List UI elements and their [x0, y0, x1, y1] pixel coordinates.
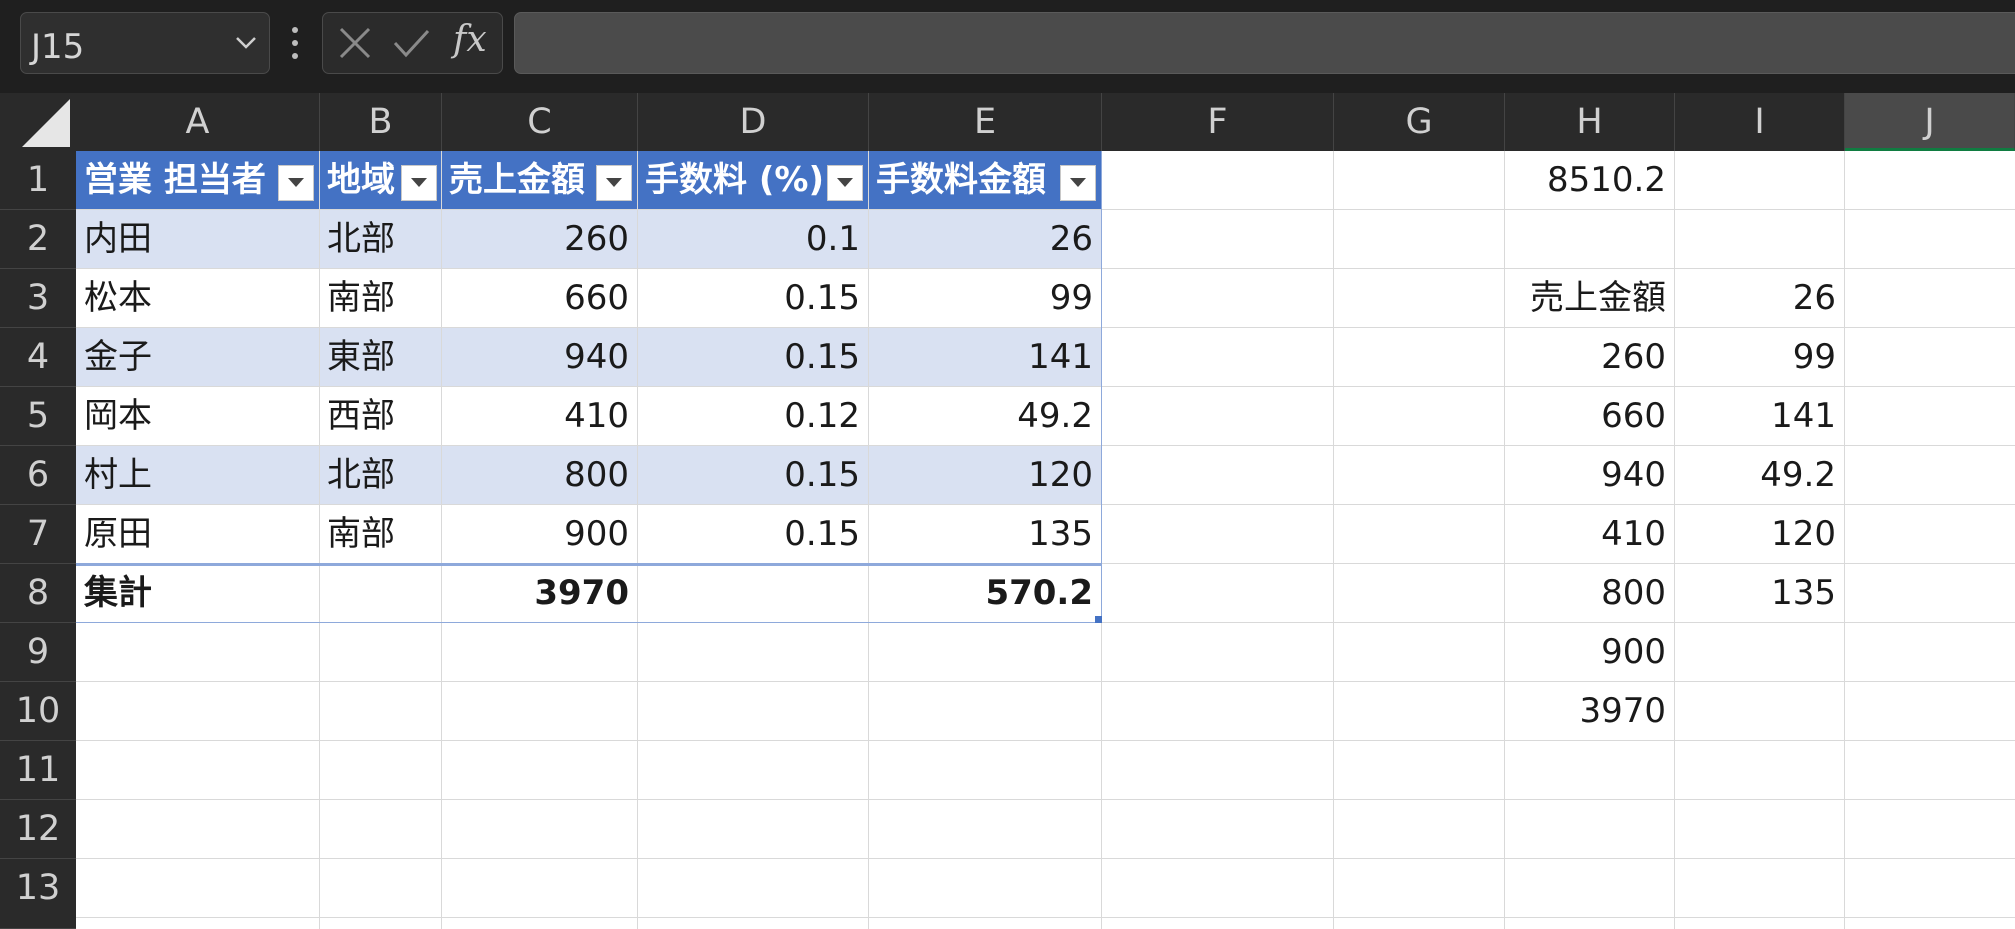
table-cell[interactable]: 120 — [868, 446, 1093, 504]
cell-i6[interactable]: 49.2 — [1674, 446, 1836, 504]
column-header-j[interactable]: J — [1845, 93, 2015, 151]
row-header-8[interactable]: 8 — [0, 564, 76, 623]
column-header-e[interactable]: E — [869, 93, 1102, 151]
formula-bar: J15 fx — [0, 0, 2015, 93]
table-header-commission-rate[interactable]: 手数料 (%) — [645, 151, 824, 209]
column-header-b[interactable]: B — [320, 93, 442, 151]
filter-dropdown-button[interactable] — [1060, 165, 1096, 201]
table-cell[interactable]: 岡本 — [84, 387, 152, 445]
table-cell[interactable]: 900 — [441, 505, 629, 563]
table-cell[interactable]: 99 — [868, 269, 1093, 327]
cell-h6[interactable]: 940 — [1504, 446, 1666, 504]
table-cell[interactable]: 800 — [441, 446, 629, 504]
cell-i7[interactable]: 120 — [1674, 505, 1836, 563]
enter-check-icon[interactable] — [391, 23, 431, 63]
cell-i8[interactable]: 135 — [1674, 564, 1836, 622]
table-total-label[interactable]: 集計 — [84, 564, 152, 622]
column-header-c[interactable]: C — [442, 93, 638, 151]
table-cell[interactable]: 内田 — [84, 210, 152, 268]
table-cell[interactable]: 0.15 — [637, 505, 860, 563]
insert-function-icon[interactable]: fx — [453, 19, 487, 60]
cell-h9[interactable]: 900 — [1504, 623, 1666, 681]
table-cell[interactable]: 北部 — [327, 210, 395, 268]
row-header-6[interactable]: 6 — [0, 446, 76, 505]
chevron-down-icon[interactable] — [233, 29, 259, 55]
table-cell[interactable]: 141 — [868, 328, 1093, 386]
filter-dropdown-button[interactable] — [827, 165, 863, 201]
filter-dropdown-button[interactable] — [596, 165, 632, 201]
table-total-sales[interactable]: 3970 — [441, 564, 629, 622]
row-header-13[interactable]: 13 — [0, 859, 76, 929]
dropdown-arrow-icon — [606, 178, 622, 187]
row-header-5[interactable]: 5 — [0, 387, 76, 446]
row-header-4[interactable]: 4 — [0, 328, 76, 387]
row-header-7[interactable]: 7 — [0, 505, 76, 564]
table-resize-handle[interactable] — [1095, 616, 1102, 623]
table-cell[interactable]: 660 — [441, 269, 629, 327]
dropdown-arrow-icon — [288, 178, 304, 187]
column-header-a[interactable]: A — [76, 93, 320, 151]
cell-i3[interactable]: 26 — [1674, 269, 1836, 327]
table-cell[interactable]: 410 — [441, 387, 629, 445]
cell-h7[interactable]: 410 — [1504, 505, 1666, 563]
row-header-9[interactable]: 9 — [0, 623, 76, 682]
table-cell[interactable]: 北部 — [327, 446, 395, 504]
table-cell[interactable]: 135 — [868, 505, 1093, 563]
table-cell[interactable]: 西部 — [327, 387, 395, 445]
table-cell[interactable]: 49.2 — [868, 387, 1093, 445]
table-cell[interactable]: 0.15 — [637, 269, 860, 327]
more-options-icon[interactable] — [289, 24, 301, 62]
row-header-2[interactable]: 2 — [0, 210, 76, 269]
table-cell[interactable]: 松本 — [84, 269, 152, 327]
cell-h1[interactable]: 8510.2 — [1504, 151, 1666, 209]
name-box-value: J15 — [31, 27, 85, 67]
table-cell[interactable]: 0.15 — [637, 328, 860, 386]
column-header-d[interactable]: D — [638, 93, 869, 151]
filter-dropdown-button[interactable] — [278, 165, 314, 201]
table-cell[interactable]: 村上 — [84, 446, 152, 504]
table-cell[interactable]: 原田 — [84, 505, 152, 563]
cell-i4[interactable]: 99 — [1674, 328, 1836, 386]
table-header-sales[interactable]: 売上金額 — [449, 151, 585, 209]
column-headers: A B C D E F G H I J — [0, 93, 2015, 151]
table-cell[interactable]: 0.15 — [637, 446, 860, 504]
table-cell[interactable]: 940 — [441, 328, 629, 386]
table-cell[interactable]: 南部 — [327, 269, 395, 327]
formula-actions: fx — [322, 12, 503, 74]
cell-h5[interactable]: 660 — [1504, 387, 1666, 445]
cell-h8[interactable]: 800 — [1504, 564, 1666, 622]
table-header-sales-rep[interactable]: 営業 担当者 — [84, 151, 266, 209]
row-header-3[interactable]: 3 — [0, 269, 76, 328]
cell-h10[interactable]: 3970 — [1504, 682, 1666, 740]
table-cell[interactable]: 南部 — [327, 505, 395, 563]
table-total-commission[interactable]: 570.2 — [868, 564, 1093, 622]
cell-i5[interactable]: 141 — [1674, 387, 1836, 445]
table-cell[interactable]: 260 — [441, 210, 629, 268]
dropdown-arrow-icon — [1070, 178, 1086, 187]
dropdown-arrow-icon — [837, 178, 853, 187]
column-header-i[interactable]: I — [1675, 93, 1845, 151]
table-header-commission-amount[interactable]: 手数料金額 — [876, 151, 1046, 209]
cell-h4[interactable]: 260 — [1504, 328, 1666, 386]
cancel-icon[interactable] — [335, 23, 375, 63]
row-header-1[interactable]: 1 — [0, 151, 76, 210]
column-header-g[interactable]: G — [1334, 93, 1505, 151]
dropdown-arrow-icon — [411, 178, 427, 187]
row-header-12[interactable]: 12 — [0, 800, 76, 859]
table-cell[interactable]: 26 — [868, 210, 1093, 268]
column-header-h[interactable]: H — [1505, 93, 1675, 151]
table-cell[interactable]: 0.12 — [637, 387, 860, 445]
formula-input[interactable] — [514, 12, 2015, 74]
table-header-region[interactable]: 地域 — [327, 151, 395, 209]
row-header-10[interactable]: 10 — [0, 682, 76, 741]
table-cell[interactable]: 金子 — [84, 328, 152, 386]
worksheet-grid[interactable]: 営業 担当者 地域 売上金額 手数料 (%) 手数料金額 内田 北部 260 0… — [76, 151, 2015, 929]
column-header-f[interactable]: F — [1102, 93, 1334, 151]
filter-dropdown-button[interactable] — [401, 165, 437, 201]
cell-h3[interactable]: 売上金額 — [1504, 269, 1666, 327]
table-cell[interactable]: 東部 — [327, 328, 395, 386]
table-cell[interactable]: 0.1 — [637, 210, 860, 268]
name-box[interactable]: J15 — [20, 12, 270, 74]
row-header-11[interactable]: 11 — [0, 741, 76, 800]
